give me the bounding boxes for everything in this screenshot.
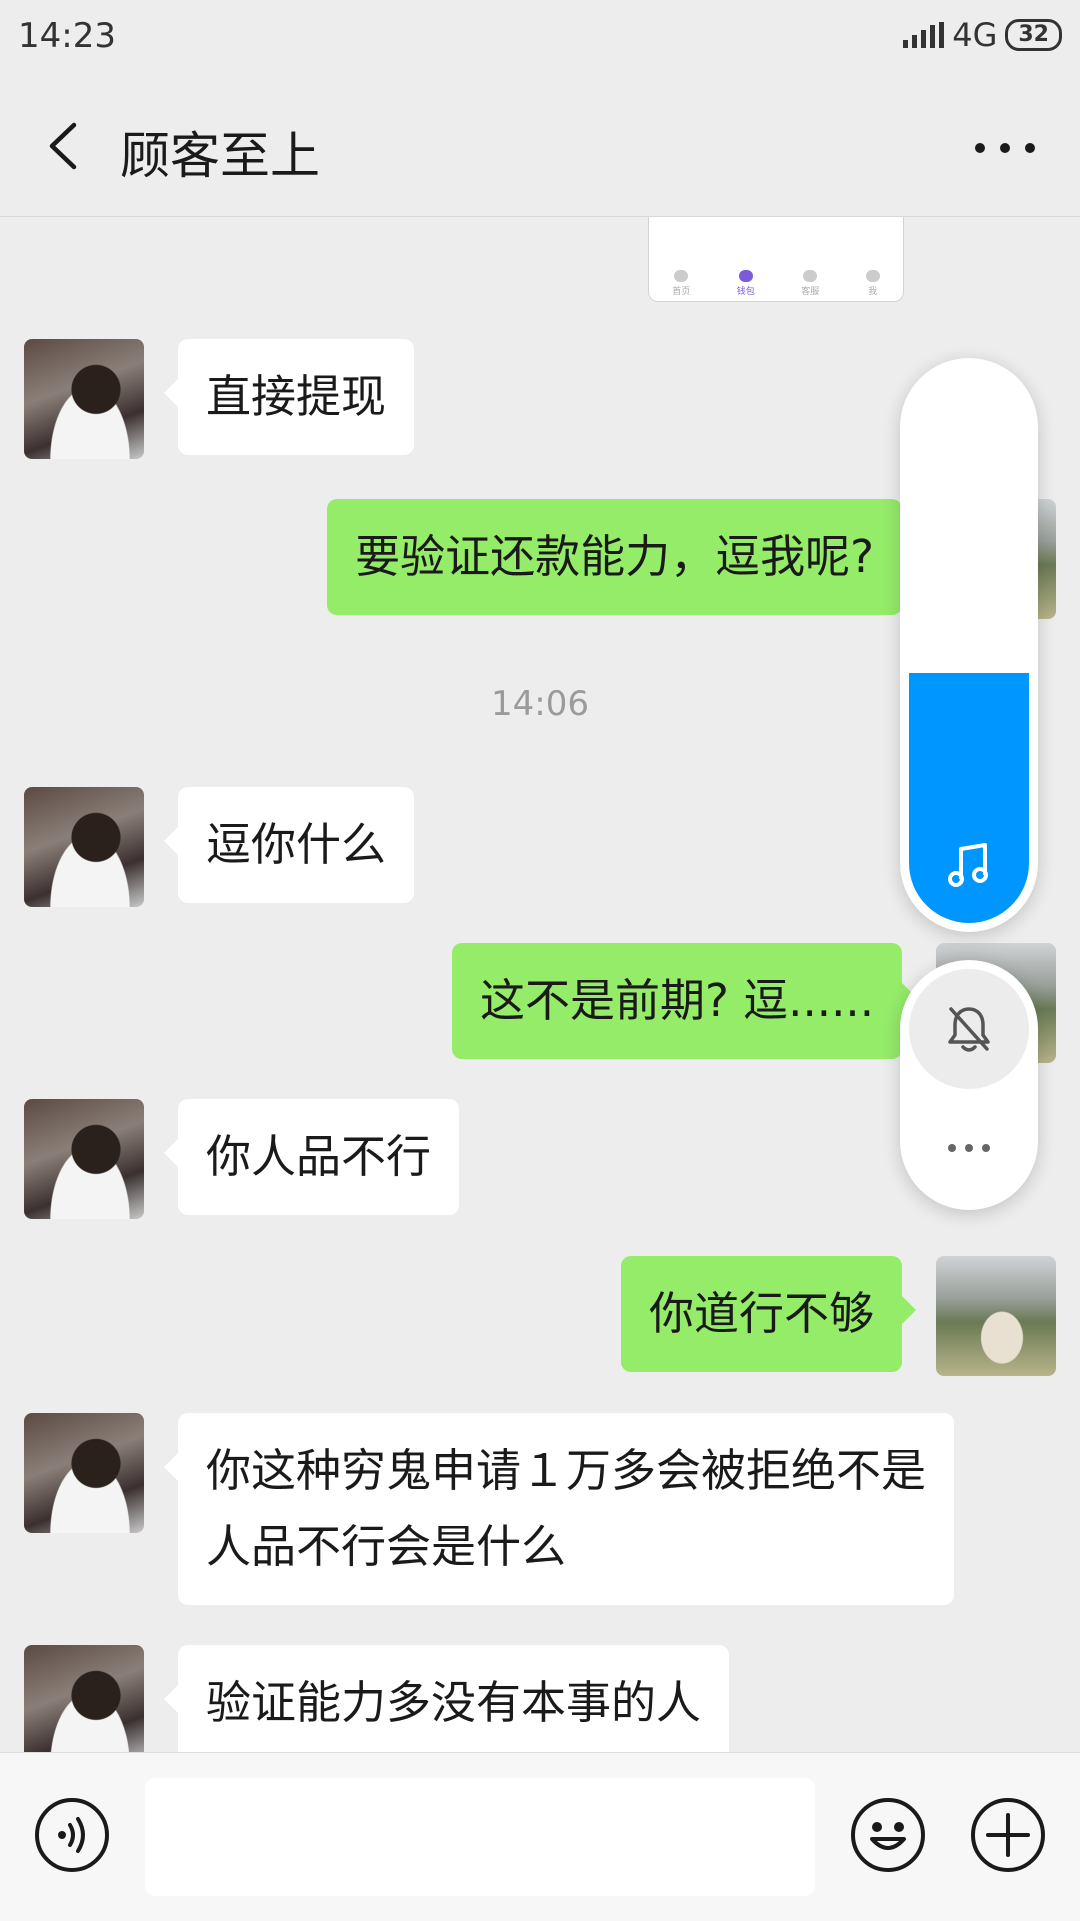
preview-tab: 首页 — [672, 270, 690, 297]
contact-avatar[interactable] — [24, 1645, 144, 1752]
bell-muted-icon — [948, 1007, 990, 1052]
network-type: 4G — [952, 16, 998, 54]
ringer-mute-button[interactable] — [909, 969, 1029, 1089]
status-indicators: 4G 32 — [903, 16, 1062, 54]
status-bar: 14:23 4G 32 — [0, 0, 1080, 76]
volume-options-panel — [900, 960, 1038, 1210]
contact-avatar[interactable] — [24, 339, 144, 459]
image-message-preview[interactable]: 首页 钱包 客服 我 — [648, 217, 904, 302]
incoming-message[interactable]: 验证能力多没有本事的人 — [163, 1645, 730, 1752]
outgoing-message[interactable]: 要验证还款能力，逗我呢? — [327, 499, 916, 615]
volume-slider[interactable] — [900, 358, 1038, 932]
my-avatar[interactable] — [936, 1256, 1056, 1376]
incoming-message[interactable]: 直接提现 — [163, 339, 415, 455]
chat-header: 顾客至上 — [0, 76, 1080, 217]
contact-avatar[interactable] — [24, 1413, 144, 1533]
preview-tab-bar: 首页 钱包 客服 我 — [649, 270, 903, 297]
volume-track[interactable] — [909, 367, 1029, 923]
plus-icon[interactable] — [968, 1795, 1048, 1875]
contact-avatar[interactable] — [24, 787, 144, 907]
preview-tab: 客服 — [801, 270, 819, 297]
message-input[interactable] — [145, 1778, 815, 1896]
preview-tab-active: 钱包 — [737, 270, 755, 297]
more-dots-icon[interactable] — [970, 128, 1040, 168]
contact-avatar[interactable] — [24, 1099, 144, 1219]
emoji-icon[interactable] — [848, 1795, 928, 1875]
more-dots-icon[interactable] — [944, 1140, 994, 1156]
outgoing-message[interactable]: 你道行不够 — [620, 1256, 917, 1372]
input-bar — [0, 1752, 1080, 1921]
preview-tab: 我 — [865, 270, 880, 297]
incoming-message[interactable]: 逗你什么 — [163, 787, 415, 903]
music-note-icon — [948, 843, 988, 887]
battery-icon: 32 — [1005, 19, 1062, 51]
signal-icon — [903, 22, 945, 48]
outgoing-message[interactable]: 这不是前期? 逗...... — [451, 943, 917, 1059]
incoming-message[interactable]: 你人品不行 — [163, 1099, 460, 1215]
chevron-left-icon[interactable] — [40, 121, 90, 171]
battery-level: 32 — [1018, 22, 1049, 47]
chat-title: 顾客至上 — [120, 127, 320, 185]
status-time: 14:23 — [18, 16, 116, 56]
incoming-message[interactable]: 你这种穷鬼申请１万多会被拒绝不是人品不行会是什么 — [164, 1413, 954, 1605]
voice-icon[interactable] — [32, 1795, 112, 1875]
